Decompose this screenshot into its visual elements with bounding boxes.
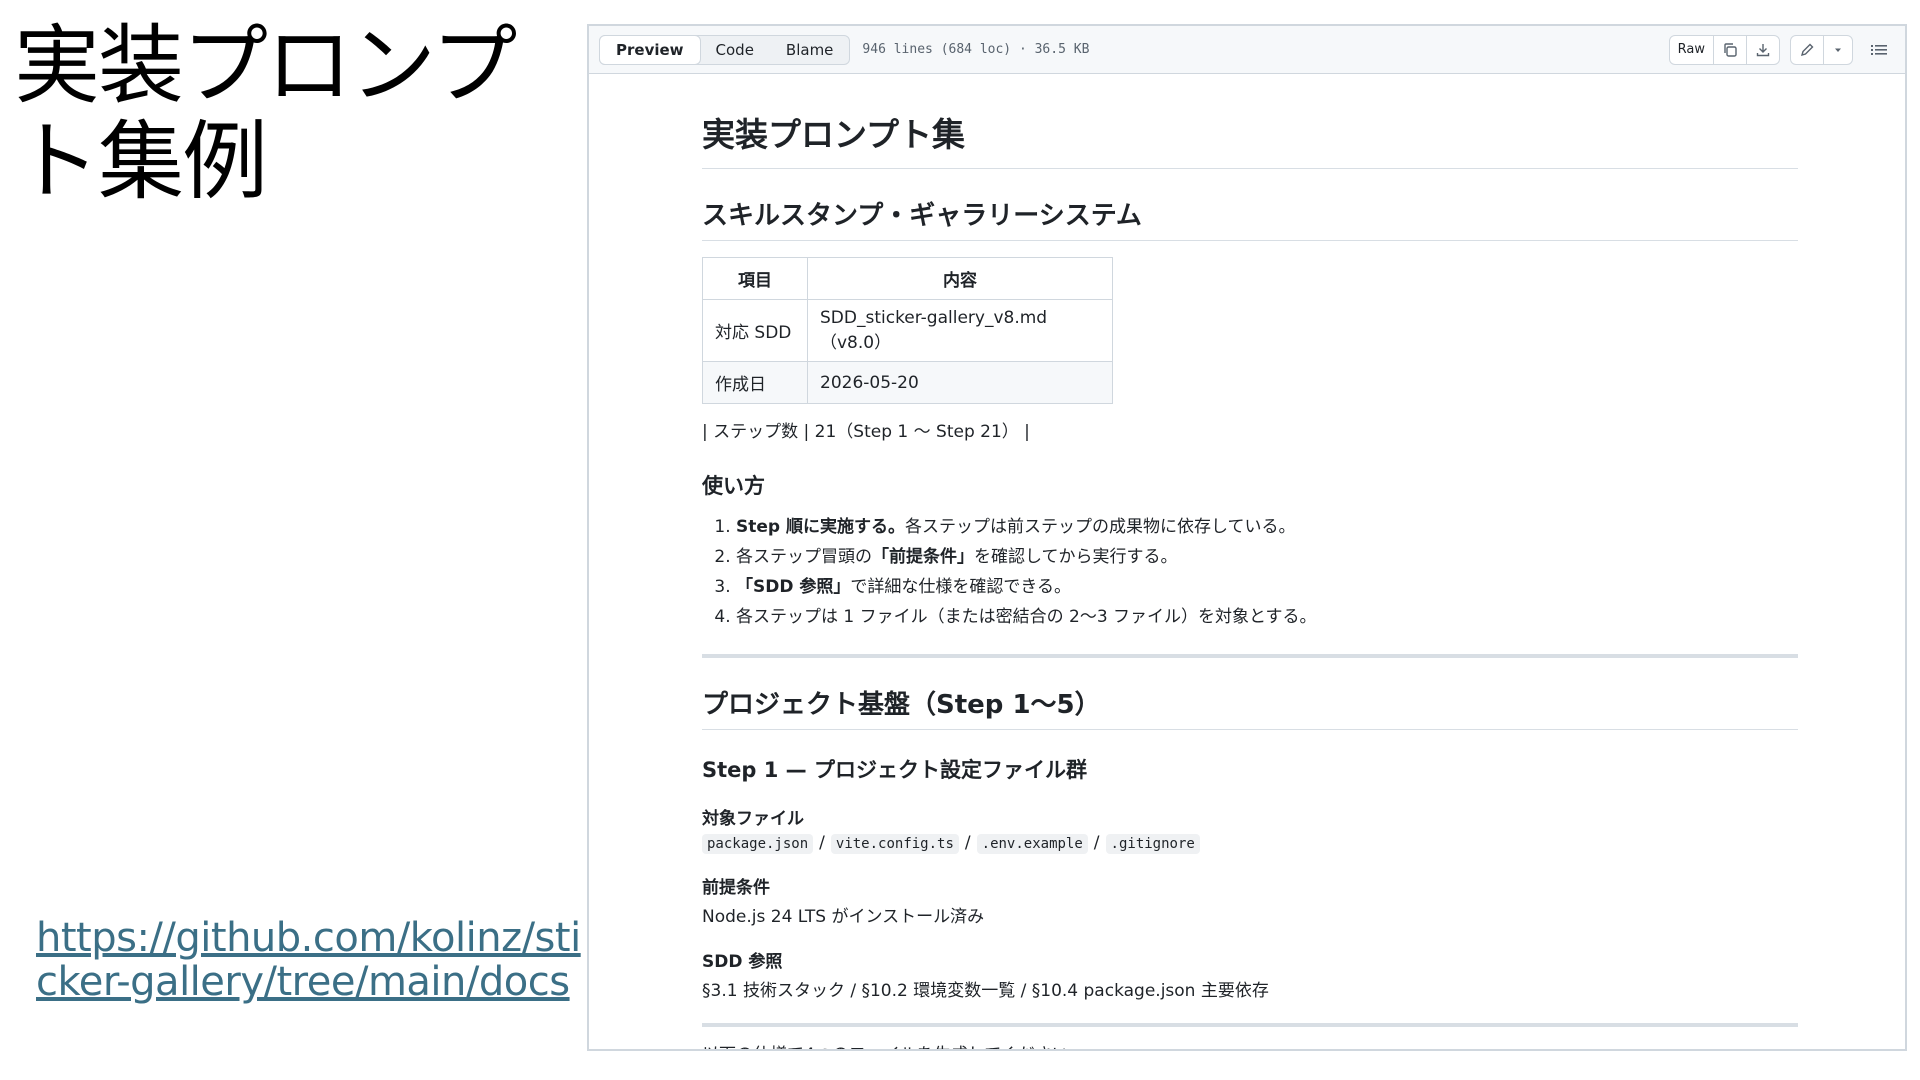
copy-icon[interactable]: [1713, 35, 1746, 64]
edit-actions: [1790, 34, 1853, 65]
table-row: 対応 SDD SDD_sticker-gallery_v8.md（v8.0）: [702, 299, 1113, 362]
list-item: Step 順に実施する。各ステップは前ステップの成果物に依存している。: [736, 512, 1798, 542]
file-toolbar: Preview Code Blame 946 lines (684 loc) ·…: [589, 26, 1905, 74]
table-header: 内容: [807, 257, 1113, 300]
markdown-body: 実装プロンプト集 スキルスタンプ・ギャラリーシステム 項目 内容 対応 SDD …: [702, 86, 1798, 1049]
chevron-down-icon[interactable]: [1823, 35, 1852, 64]
list-item: 各ステップ冒頭の「前提条件」を確認してから実行する。: [736, 542, 1798, 572]
steps-line: | ステップ数 | 21（Step 1 〜 Step 21） |: [702, 422, 1030, 442]
table-cell: 作成日: [702, 361, 808, 404]
tab-code[interactable]: Code: [700, 36, 770, 64]
file-code: package.json: [702, 834, 814, 854]
table-cell: SDD_sticker-gallery_v8.md（v8.0）: [807, 299, 1113, 362]
info-table: 項目 内容 対応 SDD SDD_sticker-gallery_v8.md（v…: [702, 257, 1113, 404]
slide-title: 実装プロンプト集例: [14, 16, 517, 212]
github-file-viewer: Preview Code Blame 946 lines (684 loc) ·…: [587, 24, 1907, 1051]
base-heading: プロジェクト基盤（Step 1〜5）: [702, 684, 1798, 730]
table-header: 項目: [702, 257, 808, 300]
file-code: .env.example: [976, 834, 1088, 854]
sdd-value: §3.1 技術スタック / §10.2 環境変数一覧 / §10.4 packa…: [702, 981, 1269, 1001]
sdd-label: SDD 参照: [702, 952, 783, 972]
usage-list: Step 順に実施する。各ステップは前ステップの成果物に依存している。 各ステッ…: [702, 512, 1798, 632]
list-item: 「SDD 参照」で詳細な仕様を確認できる。: [736, 572, 1798, 602]
repo-link[interactable]: https://github.com/kolinz/sticker-galler…: [36, 916, 596, 1004]
table-cell: 2026-05-20: [807, 361, 1113, 404]
file-code: .gitignore: [1105, 834, 1200, 854]
download-icon[interactable]: [1746, 35, 1779, 64]
prereq-value: Node.js 24 LTS がインストール済み: [702, 907, 985, 927]
prereq-label: 前提条件: [702, 878, 770, 898]
tab-preview[interactable]: Preview: [599, 34, 701, 65]
raw-button[interactable]: Raw: [1670, 36, 1713, 64]
closing-text: 以下の仕様で4つのファイルを生成してください。: [702, 1041, 1798, 1049]
pencil-icon[interactable]: [1791, 36, 1823, 64]
target-files-label: 対象ファイル: [702, 809, 804, 829]
view-mode-toggle: Preview Code Blame: [599, 34, 851, 65]
outline-list-icon[interactable]: [1863, 35, 1895, 65]
table-header-row: 項目 内容: [702, 257, 1113, 300]
doc-title: 実装プロンプト集: [702, 108, 1798, 169]
file-code: vite.config.ts: [830, 834, 959, 854]
step1-heading: Step 1 — プロジェクト設定ファイル群: [702, 758, 1087, 782]
table-cell: 対応 SDD: [702, 299, 808, 362]
table-row: 作成日 2026-05-20: [702, 361, 1113, 404]
target-files: package.json / vite.config.ts / .env.example…: [702, 833, 1798, 854]
tab-blame[interactable]: Blame: [770, 36, 850, 64]
divider: [702, 1023, 1798, 1027]
list-item: 各ステップは 1 ファイル（または密結合の 2〜3 ファイル）を対象とする。: [736, 602, 1798, 632]
file-meta: 946 lines (684 loc) · 36.5 KB: [862, 42, 1090, 57]
divider: [702, 654, 1798, 658]
system-heading: スキルスタンプ・ギャラリーシステム: [702, 195, 1798, 241]
usage-heading: 使い方: [702, 474, 765, 498]
raw-actions: Raw: [1668, 34, 1780, 65]
